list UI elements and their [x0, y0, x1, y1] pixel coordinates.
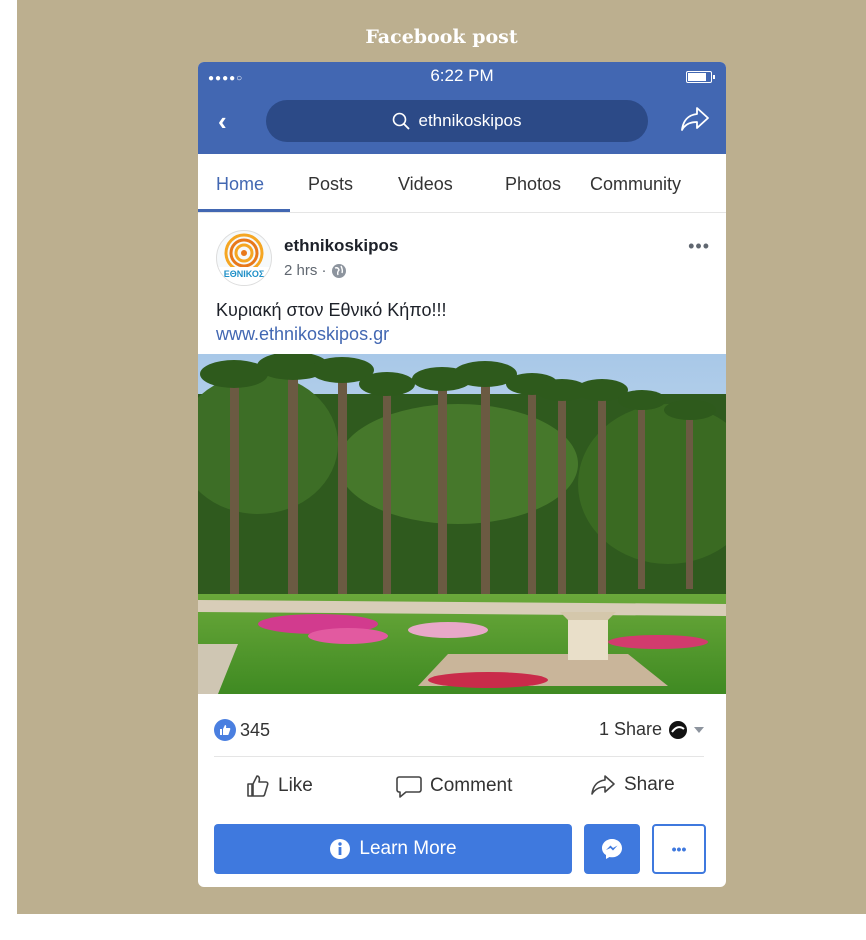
like-count-value: 345 [240, 719, 271, 740]
comment-button[interactable]: Comment [396, 774, 512, 798]
globe-icon [331, 263, 346, 278]
share-button[interactable]: Share [590, 774, 675, 796]
info-icon [330, 839, 351, 859]
post-options-icon[interactable]: ••• [688, 236, 710, 257]
comment-label: Comment [430, 775, 513, 796]
divider [214, 756, 704, 757]
tab-home[interactable]: Home [216, 174, 264, 195]
share-count-label: 1 Share [598, 719, 662, 739]
tab-posts[interactable]: Posts [308, 174, 353, 195]
post-photo[interactable] [198, 354, 726, 694]
messenger-button[interactable] [584, 824, 640, 874]
top-bar: ●●●●○ 6:22 PM ‹ ethnikoskipos [198, 62, 726, 154]
more-options-button[interactable]: ••• [652, 824, 706, 874]
share-label: Share [624, 774, 675, 795]
back-button[interactable]: ‹ [218, 106, 227, 137]
page-name[interactable]: ethnikoskipos [284, 236, 398, 256]
search-bar[interactable]: ethnikoskipos [266, 100, 648, 142]
search-icon [393, 112, 411, 130]
search-query: ethnikoskipos [418, 111, 522, 130]
share-icon[interactable] [680, 106, 710, 137]
share-arrow-icon [591, 775, 615, 795]
profile-switch-icon[interactable] [668, 720, 706, 740]
post-time: 2 hrs · [284, 262, 327, 279]
learn-more-label: Learn More [359, 838, 457, 859]
post-meta: 2 hrs · [284, 262, 347, 279]
phone-screen: ●●●●○ 6:22 PM ‹ ethnikoskipos Home Posts… [198, 62, 726, 887]
thumbs-up-icon [247, 775, 269, 797]
page-heading: Facebook post [365, 26, 518, 48]
avatar[interactable]: ΕΘΝΙΚΟΣ [216, 230, 272, 286]
avatar-logo-text: ΕΘΝΙΚΟΣ [224, 269, 265, 279]
battery-icon [686, 71, 715, 83]
page-tabs: Home Posts Videos Photos Community [198, 154, 726, 213]
status-time: 6:22 PM [430, 66, 494, 85]
like-reaction-icon [214, 719, 236, 741]
post-text: Κυριακή στον Εθνικό Κήπο!!! [216, 300, 447, 320]
tab-community[interactable]: Community [590, 174, 681, 195]
like-count[interactable]: 345 [214, 719, 270, 741]
like-button[interactable]: Like [246, 774, 313, 798]
messenger-icon [602, 839, 622, 859]
comment-icon [396, 776, 422, 798]
post-link[interactable]: www.ethnikoskipos.gr [216, 324, 389, 345]
learn-more-button[interactable]: Learn More [214, 824, 572, 874]
active-tab-indicator [198, 209, 290, 212]
share-count[interactable]: 1 Share [599, 719, 706, 740]
like-label: Like [278, 775, 313, 796]
tab-videos[interactable]: Videos [398, 174, 453, 195]
tab-photos[interactable]: Photos [505, 174, 561, 195]
